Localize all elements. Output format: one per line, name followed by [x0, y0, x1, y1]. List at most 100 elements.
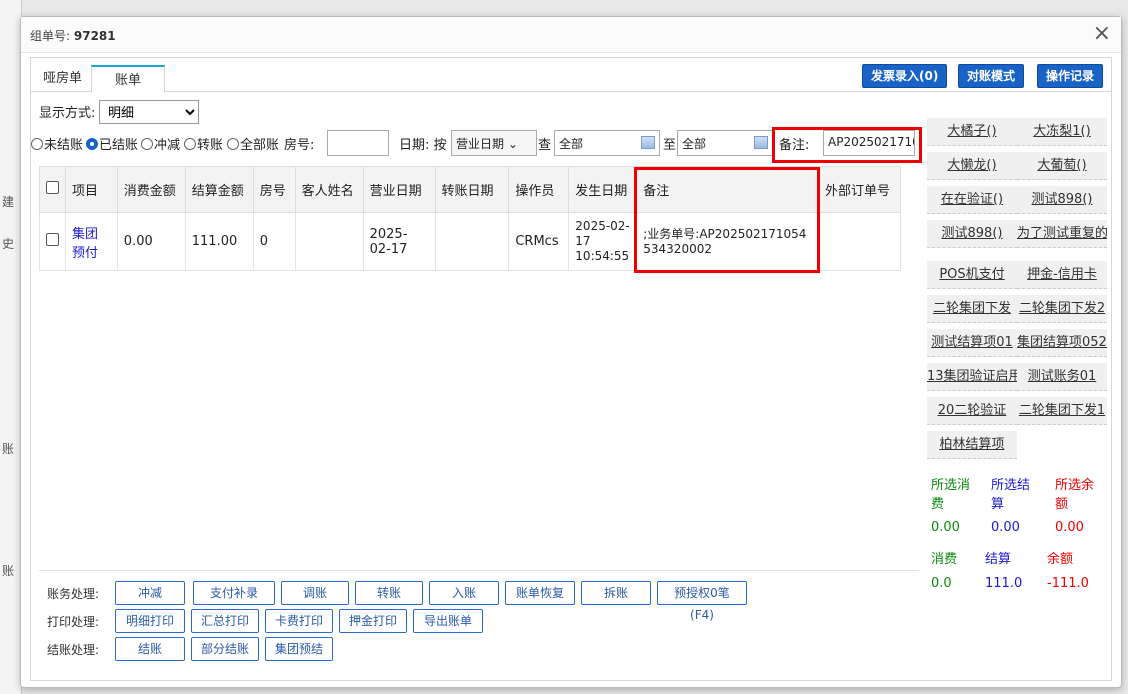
summary-print-button[interactable]: 汇总打印: [191, 609, 259, 633]
checkbox-icon: [46, 181, 59, 194]
preauth-button[interactable]: 预授权0笔(F4): [657, 581, 747, 622]
operation-log-button[interactable]: 操作记录: [1037, 64, 1104, 88]
checkbox-icon: [46, 233, 59, 246]
radio-label: 转账: [197, 138, 224, 153]
settle-value: 111.0: [985, 576, 1023, 591]
col-biz-date: 营业日期: [362, 166, 436, 213]
selected-balance-value: 0.00: [1055, 520, 1084, 535]
calendar-icon[interactable]: [754, 136, 768, 149]
export-bill-button[interactable]: 导出账单: [413, 609, 483, 633]
status-all-radio[interactable]: 全部账: [227, 134, 279, 153]
col-consume: 消费金额: [116, 166, 186, 213]
settle-item[interactable]: 20二轮验证: [927, 397, 1017, 425]
adjust-button[interactable]: 调账: [281, 581, 349, 605]
settle-item[interactable]: 大懒龙(): [927, 152, 1017, 180]
calendar-icon[interactable]: [641, 136, 655, 149]
checkout-button[interactable]: 结账: [115, 637, 185, 661]
settle-item[interactable]: 柏林结算项: [927, 431, 1017, 459]
radio-icon: [227, 138, 239, 150]
cell-room: 0: [252, 212, 296, 271]
offset-button[interactable]: 冲减: [115, 581, 185, 605]
item-link[interactable]: 集团预付: [72, 227, 98, 261]
selected-settle-value: 0.00: [991, 520, 1020, 535]
date-from-input[interactable]: 全部: [554, 130, 660, 156]
settle-item[interactable]: 二轮集团下发: [927, 295, 1017, 323]
status-offset-radio[interactable]: 冲减: [141, 134, 180, 153]
group-order-label: 组单号:: [30, 29, 71, 43]
settle-item[interactable]: 押金-信用卡: [1017, 261, 1107, 289]
col-guest: 客人姓名: [294, 166, 364, 213]
card-fee-print-button[interactable]: 卡费打印: [265, 609, 333, 633]
date-to-input[interactable]: 全部: [677, 130, 773, 156]
settle-item[interactable]: 在在验证(): [927, 186, 1017, 214]
bill-dialog: 组单号: 97281 × 哑房单 账单 发票录入(0) 对账模式 操作记录 显示…: [20, 16, 1122, 688]
cell-biz-date: 2025-02-17: [362, 212, 436, 271]
balance-value: -111.0: [1047, 576, 1089, 591]
invoice-entry-button[interactable]: 发票录入(0): [862, 64, 948, 88]
cell-guest: [294, 212, 364, 271]
date-type-select[interactable]: 营业日期 ⌄: [451, 130, 537, 156]
settle-item[interactable]: 测试898(): [1017, 186, 1107, 214]
deposit-print-button[interactable]: 押金打印: [339, 609, 407, 633]
selected-consume-label: 所选消费: [931, 478, 971, 512]
account-actions-label: 账务处理:: [47, 587, 100, 601]
print-actions-row: 打印处理: 明细打印 汇总打印 卡费打印 押金打印 导出账单: [39, 609, 919, 633]
radio-icon: [141, 138, 153, 150]
date-from-value: 全部: [559, 137, 584, 151]
reconcile-mode-button[interactable]: 对账模式: [958, 64, 1025, 88]
settle-item[interactable]: 测试898(): [927, 220, 1017, 248]
settle-item[interactable]: 测试账务01: [1017, 363, 1107, 391]
status-settled-radio[interactable]: 已结账: [86, 134, 138, 153]
status-unsettled-radio[interactable]: 未结账: [31, 134, 83, 153]
settle-item[interactable]: 二轮集团下发2: [1017, 295, 1107, 323]
query-label: 查: [538, 138, 552, 153]
radio-icon: [31, 138, 43, 150]
transfer-button[interactable]: 转账: [355, 581, 423, 605]
chevron-down-icon: ⌄: [507, 137, 518, 151]
settle-item[interactable]: 大冻梨1(): [1017, 118, 1107, 146]
col-occur-date: 发生日期: [568, 166, 638, 213]
split-bill-button[interactable]: 拆账: [581, 581, 651, 605]
post-button[interactable]: 入账: [429, 581, 499, 605]
display-mode-select[interactable]: 明细: [99, 100, 199, 124]
cell-ext-order: [818, 212, 901, 271]
tab-bar: 哑房单 账单 发票录入(0) 对账模式 操作记录: [31, 58, 1111, 93]
display-mode-row: 显示方式: 明细: [39, 100, 199, 126]
status-transfer-radio[interactable]: 转账: [184, 134, 223, 153]
col-ext-order: 外部订单号: [818, 166, 901, 213]
group-precheckout-button[interactable]: 集团预结: [265, 637, 333, 661]
tab-bill[interactable]: 账单: [91, 65, 165, 93]
dialog-header: 组单号: 97281 ×: [21, 17, 1121, 53]
row-checkbox[interactable]: [39, 212, 66, 271]
remark-filter-highlight: [772, 127, 922, 163]
settle-item[interactable]: 13集团验证启用: [927, 363, 1017, 391]
settle-item[interactable]: 测试结算项01: [927, 329, 1017, 357]
col-operator: 操作员: [508, 166, 570, 213]
bg-label: 建: [2, 195, 15, 209]
settle-item[interactable]: 大橘子(): [927, 118, 1017, 146]
room-input[interactable]: [327, 130, 389, 156]
restore-bill-button[interactable]: 账单恢复: [505, 581, 575, 605]
close-icon[interactable]: ×: [1093, 21, 1111, 46]
settle-item[interactable]: 集团结算项0523: [1017, 329, 1107, 357]
radio-icon: [184, 138, 196, 150]
cell-occur-date: 2025-02-17 10:54:55: [568, 212, 638, 271]
checkout-actions-label: 结账处理:: [47, 643, 100, 657]
settle-item[interactable]: 为了测试重复的: [1017, 220, 1107, 248]
col-item: 项目: [65, 166, 118, 213]
select-all-checkbox[interactable]: [39, 166, 66, 213]
detail-print-button[interactable]: 明细打印: [115, 609, 185, 633]
payment-supplement-button[interactable]: 支付补录: [193, 581, 275, 605]
main-panel: 哑房单 账单 发票录入(0) 对账模式 操作记录 显示方式: 明细 未结账 已结…: [30, 57, 1112, 681]
settle-item[interactable]: 大葡萄(): [1017, 152, 1107, 180]
cell-item: 集团预付: [65, 212, 118, 271]
col-transfer-date: 转账日期: [434, 166, 510, 213]
radio-label: 冲减: [154, 138, 181, 153]
partial-checkout-button[interactable]: 部分结账: [191, 637, 259, 661]
tab-dummy-room[interactable]: 哑房单: [31, 65, 94, 92]
radio-label: 未结账: [44, 138, 84, 153]
consume-value: 0.0: [931, 576, 952, 591]
settle-item[interactable]: POS机支付: [927, 261, 1017, 289]
selected-consume-value: 0.00: [931, 520, 960, 535]
settle-item[interactable]: 二轮集团下发1: [1017, 397, 1107, 425]
